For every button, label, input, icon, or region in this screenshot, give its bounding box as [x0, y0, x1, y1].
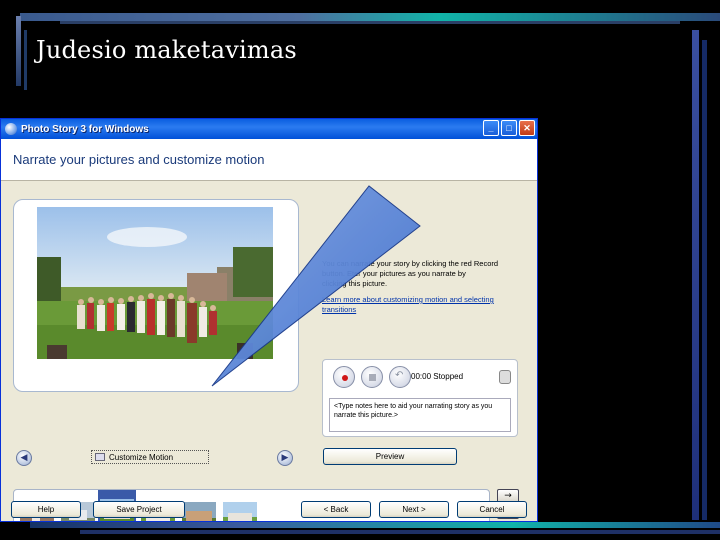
- app-icon: [5, 123, 17, 135]
- stop-icon: [369, 374, 376, 381]
- undo-icon: ↶: [395, 370, 404, 381]
- maximize-button[interactable]: □: [501, 120, 517, 136]
- page-title: Narrate your pictures and customize moti…: [13, 152, 265, 167]
- window-titlebar[interactable]: Photo Story 3 for Windows _ □ ✕: [1, 119, 537, 139]
- wizard-header: Narrate your pictures and customize moti…: [1, 139, 537, 181]
- photo-story-window: Photo Story 3 for Windows _ □ ✕ Narrate …: [0, 118, 538, 522]
- instructions-line-3: clicking this picture.: [322, 279, 388, 288]
- filmstrip-thumbnail[interactable]: [221, 496, 259, 521]
- customize-motion-button[interactable]: Customize Motion: [91, 450, 209, 464]
- narration-panel: ↶ 00:00 Stopped <Type notes here to aid …: [322, 359, 518, 437]
- record-button[interactable]: [333, 366, 355, 388]
- customize-motion-icon: [95, 453, 105, 461]
- window-controls: _ □ ✕: [483, 120, 535, 136]
- decorative-top-line: [60, 21, 680, 24]
- minimize-button[interactable]: _: [483, 120, 499, 136]
- cancel-button[interactable]: Cancel: [457, 501, 527, 518]
- slide-title: Judesio maketavimas: [36, 36, 297, 64]
- close-button[interactable]: ✕: [519, 120, 535, 136]
- instructions-line-2: button. Eter your pictures as you narrat…: [322, 269, 466, 278]
- thumbnail-image: [182, 502, 216, 521]
- help-button[interactable]: Help: [11, 501, 81, 518]
- next-button[interactable]: Next >: [379, 501, 449, 518]
- chevron-left-icon: ◀: [20, 453, 28, 463]
- decorative-bottom-bar: [30, 522, 720, 528]
- learn-more-link[interactable]: Learn more about customizing motion and …: [322, 295, 494, 304]
- chevron-right-icon: ▶: [281, 453, 289, 463]
- decorative-bottom-line: [80, 530, 720, 534]
- previous-picture-button[interactable]: ◀: [16, 450, 32, 466]
- remove-picture-button[interactable]: ✕: [497, 521, 519, 522]
- decorative-top-bar: [20, 13, 720, 21]
- thumbnail-image: [223, 502, 257, 521]
- preview-button[interactable]: Preview: [323, 448, 457, 465]
- narration-notes-field[interactable]: <Type notes here to aid your narrating s…: [329, 398, 511, 432]
- photo-illustration: [37, 207, 273, 359]
- recording-status: 00:00 Stopped: [411, 372, 464, 381]
- wizard-content: ◀ ▶ Customize Motion You can narrate you…: [1, 181, 537, 522]
- microphone-icon[interactable]: [499, 370, 511, 384]
- next-picture-button[interactable]: ▶: [277, 450, 293, 466]
- decorative-right-bar: [692, 30, 699, 520]
- undo-button[interactable]: ↶: [389, 366, 411, 388]
- learn-more-link-line-2[interactable]: transitions: [322, 305, 356, 314]
- decorative-left-bar: [16, 16, 21, 86]
- filmstrip-thumbnail[interactable]: [180, 496, 218, 521]
- instructions-line-1: You can narrate your story by clicking t…: [322, 259, 499, 268]
- decorative-left-line: [24, 30, 27, 90]
- record-icon: [342, 375, 348, 381]
- window-title: Photo Story 3 for Windows: [21, 123, 149, 135]
- save-project-button[interactable]: Save Project: [93, 501, 185, 518]
- preview-photo: [37, 207, 273, 359]
- customize-motion-label: Customize Motion: [109, 452, 174, 462]
- stop-button[interactable]: [361, 366, 383, 388]
- narration-instructions: You can narrate your story by clicking t…: [322, 259, 522, 315]
- back-button[interactable]: < Back: [301, 501, 371, 518]
- decorative-right-line: [702, 40, 707, 520]
